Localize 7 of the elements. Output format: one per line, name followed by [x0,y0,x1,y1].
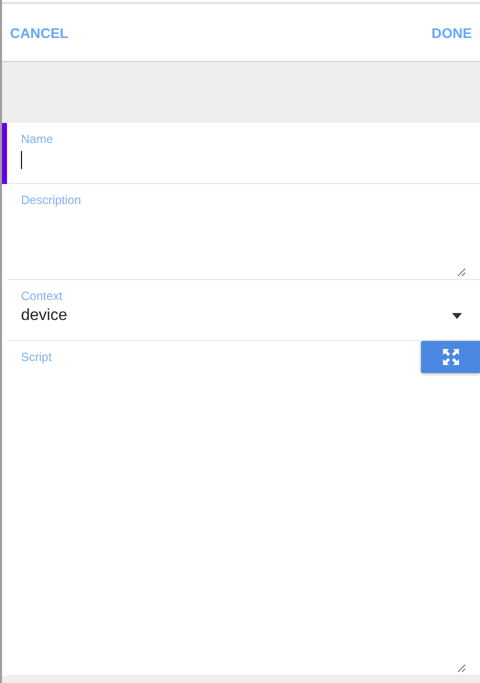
field-label: Script [21,350,52,364]
field-label: Context [21,289,62,303]
field-label: Name [21,132,54,146]
done-button[interactable]: DONE [432,24,472,40]
cancel-button[interactable]: CANCEL [10,24,68,40]
select-value: device [21,307,68,325]
field-label: Description [21,193,82,207]
